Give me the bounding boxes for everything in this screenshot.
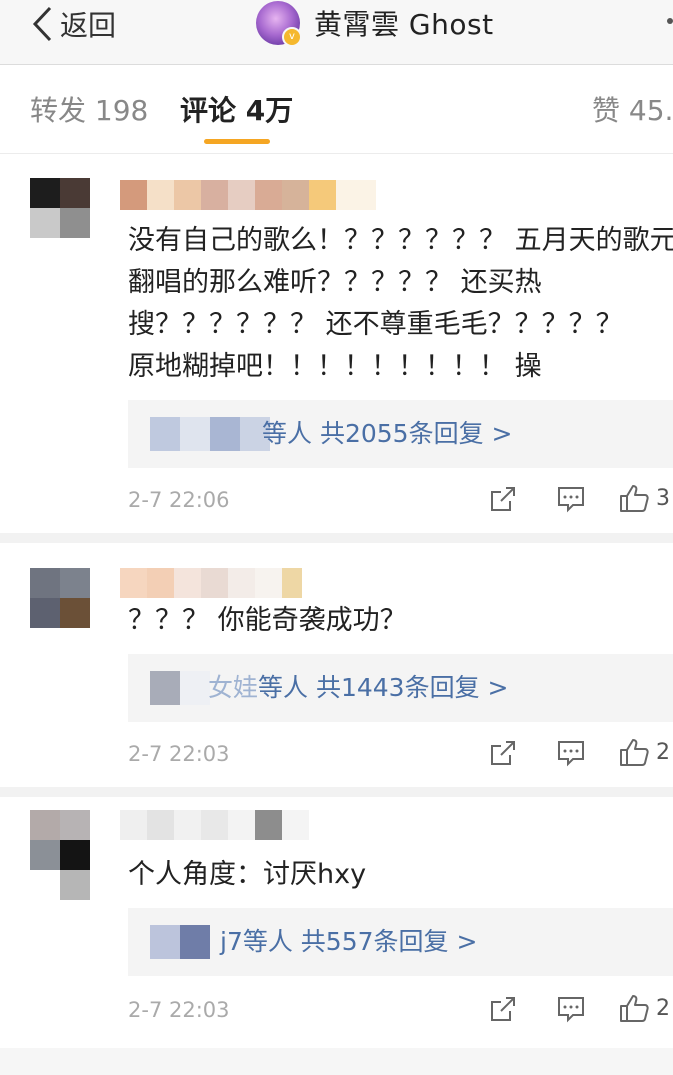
comment-line: ？？？ 你能奇袭成功？ bbox=[128, 605, 407, 636]
share-icon bbox=[488, 994, 518, 1024]
replier-names-pixelated bbox=[150, 671, 210, 705]
top-nav-bar: 返回 v 黄霄雲 Ghost bbox=[0, 0, 673, 65]
tab-likes[interactable]: 赞 45. bbox=[592, 89, 673, 129]
comment-line: 原地糊掉吧！！！！！！！！！ 操 bbox=[128, 351, 542, 382]
replies-summary[interactable]: 等人 共2055条回复 > bbox=[128, 400, 673, 468]
active-tab-indicator bbox=[204, 139, 270, 144]
reply-count-link[interactable]: 女娃等人 共1443条回复 > bbox=[208, 668, 508, 704]
comment-icon bbox=[556, 484, 586, 514]
username-pixelated[interactable] bbox=[120, 810, 309, 840]
tab-bar: 转发 198 评论 4万 赞 45. bbox=[0, 65, 673, 154]
comment-line: 没有自己的歌么！？？？？？？ 五月天的歌元 bbox=[128, 225, 673, 256]
page-title: 黄霄雲 Ghost bbox=[314, 8, 494, 41]
avatar[interactable]: v bbox=[256, 1, 302, 47]
more-menu-icon[interactable] bbox=[667, 18, 673, 24]
like-button[interactable]: 2 bbox=[618, 992, 670, 1024]
username-pixelated[interactable] bbox=[120, 180, 376, 210]
like-button[interactable]: 3 bbox=[618, 482, 670, 514]
divider bbox=[0, 787, 673, 797]
comment-text: ？？？ 你能奇袭成功？ bbox=[128, 600, 407, 642]
back-label: 返回 bbox=[60, 9, 117, 42]
verified-badge-icon: v bbox=[282, 27, 302, 47]
avatar[interactable] bbox=[30, 178, 90, 238]
reply-button[interactable] bbox=[556, 484, 586, 514]
like-count: 2 bbox=[656, 995, 670, 1021]
thumbs-up-icon bbox=[618, 736, 650, 768]
like-count: 2 bbox=[656, 739, 670, 765]
share-icon bbox=[488, 738, 518, 768]
chevron-left-icon bbox=[30, 5, 54, 43]
page-title-group[interactable]: v 黄霄雲 Ghost bbox=[256, 0, 494, 47]
reply-button[interactable] bbox=[556, 994, 586, 1024]
divider bbox=[0, 1048, 673, 1075]
reply-count: 等人 共1443条回复 > bbox=[258, 673, 509, 702]
comment-text: 没有自己的歌么！？？？？？？ 五月天的歌元 翻唱的那么难听？？？？？ 还买热 搜… bbox=[128, 220, 673, 388]
avatar[interactable] bbox=[30, 568, 90, 628]
avatar[interactable] bbox=[30, 810, 90, 900]
timestamp: 2-7 22:03 bbox=[128, 998, 230, 1022]
comment-text: 个人角度：讨厌hxy bbox=[128, 854, 366, 896]
divider bbox=[0, 533, 673, 543]
like-button[interactable]: 2 bbox=[618, 736, 670, 768]
replies-summary[interactable]: 女娃等人 共1443条回复 > bbox=[128, 654, 673, 722]
tab-comments[interactable]: 评论 4万 bbox=[180, 89, 293, 129]
like-count: 3 bbox=[656, 485, 670, 511]
replier-name: 女娃 bbox=[208, 673, 259, 702]
share-icon bbox=[488, 484, 518, 514]
comment-line: 个人角度：讨厌hxy bbox=[128, 859, 367, 890]
replies-summary[interactable]: j7等人 共557条回复 > bbox=[128, 908, 673, 976]
back-button[interactable]: 返回 bbox=[30, 2, 116, 46]
comment-line: 搜？？？？？？ 还不尊重毛毛？？？？？ bbox=[128, 309, 623, 340]
tab-repost[interactable]: 转发 198 bbox=[30, 89, 148, 129]
timestamp: 2-7 22:03 bbox=[128, 742, 230, 766]
share-button[interactable] bbox=[488, 738, 518, 768]
thumbs-up-icon bbox=[618, 992, 650, 1024]
share-button[interactable] bbox=[488, 484, 518, 514]
replier-names-pixelated bbox=[150, 417, 270, 451]
comment-icon bbox=[556, 738, 586, 768]
comment-line: 翻唱的那么难听？？？？？ 还买热 bbox=[128, 267, 542, 298]
timestamp: 2-7 22:06 bbox=[128, 488, 230, 512]
replier-names-pixelated bbox=[150, 925, 210, 959]
comment-icon bbox=[556, 994, 586, 1024]
reply-button[interactable] bbox=[556, 738, 586, 768]
username-pixelated[interactable] bbox=[120, 568, 302, 598]
reply-count-link[interactable]: 等人 共2055条回复 > bbox=[262, 414, 512, 450]
share-button[interactable] bbox=[488, 994, 518, 1024]
reply-count-link[interactable]: j7等人 共557条回复 > bbox=[220, 922, 477, 958]
thumbs-up-icon bbox=[618, 482, 650, 514]
